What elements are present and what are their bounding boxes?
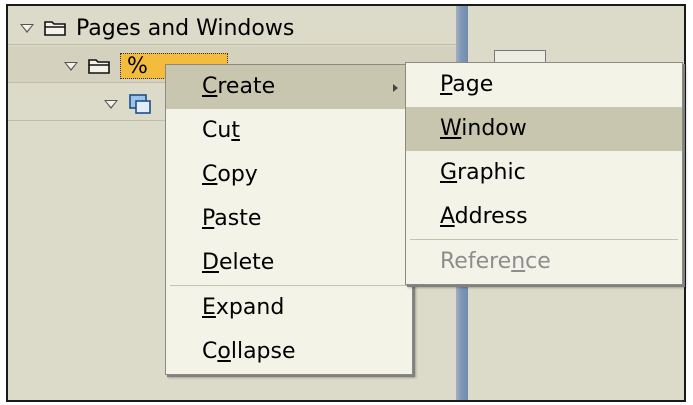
folder-open-icon — [44, 21, 66, 36]
menu-label-rest: ddress — [454, 204, 528, 229]
menu-mnemonic: W — [440, 116, 462, 141]
menu-mnemonic: t — [231, 118, 240, 143]
window-node-icon — [129, 94, 151, 114]
menu-label-rest: elete — [218, 250, 275, 275]
submenu-item-address[interactable]: Address — [406, 195, 682, 239]
folder-open-icon — [88, 59, 110, 74]
expand-triangle-icon[interactable] — [64, 61, 78, 71]
menu-label-rest: opy — [217, 162, 258, 187]
tree-node-label: Pages and Windows — [76, 15, 295, 41]
tree-node-root[interactable]: Pages and Windows — [20, 14, 294, 42]
menu-mnemonic: E — [202, 295, 216, 320]
menu-mnemonic: n — [511, 249, 526, 274]
menu-label-prefix: Cu — [202, 118, 232, 143]
menu-label-rest: llapse — [230, 339, 296, 364]
menu-mnemonic: o — [217, 339, 231, 364]
submenu-arrow-icon — [393, 84, 398, 92]
context-menu: Create Cut Copy Paste Delete Expand Coll… — [165, 64, 413, 375]
menu-mnemonic: A — [440, 204, 455, 229]
menu-mnemonic: P — [202, 206, 215, 231]
submenu-item-window[interactable]: Window — [406, 107, 682, 151]
expand-triangle-icon[interactable] — [20, 23, 34, 33]
menu-item-paste[interactable]: Paste — [166, 197, 412, 241]
menu-item-delete[interactable]: Delete — [166, 241, 412, 285]
menu-label-rest: reate — [217, 74, 276, 99]
create-submenu: Page Window Graphic Address Reference — [405, 62, 683, 285]
menu-label-rest: indow — [461, 116, 527, 141]
menu-label-prefix: C — [202, 339, 218, 364]
expand-triangle-icon[interactable] — [104, 99, 118, 109]
menu-item-expand[interactable]: Expand — [166, 286, 412, 330]
menu-label-prefix: Refere — [440, 249, 512, 274]
submenu-item-graphic[interactable]: Graphic — [406, 151, 682, 195]
menu-label-rest: raphic — [457, 160, 526, 185]
submenu-item-page[interactable]: Page — [406, 63, 682, 107]
menu-item-copy[interactable]: Copy — [166, 153, 412, 197]
menu-mnemonic: C — [202, 162, 218, 187]
menu-label-rest: ce — [525, 249, 551, 274]
menu-label-rest: aste — [214, 206, 262, 231]
menu-label-rest: xpand — [215, 295, 285, 320]
menu-mnemonic: C — [202, 74, 218, 99]
menu-item-collapse[interactable]: Collapse — [166, 330, 412, 374]
tree-node-child[interactable] — [104, 90, 160, 118]
menu-mnemonic: G — [440, 160, 458, 185]
submenu-item-reference: Reference — [406, 240, 682, 284]
menu-label-rest: age — [452, 72, 494, 97]
menu-item-create[interactable]: Create — [166, 65, 412, 109]
menu-mnemonic: D — [202, 250, 219, 275]
menu-item-cut[interactable]: Cut — [166, 109, 412, 153]
menu-mnemonic: P — [440, 72, 453, 97]
